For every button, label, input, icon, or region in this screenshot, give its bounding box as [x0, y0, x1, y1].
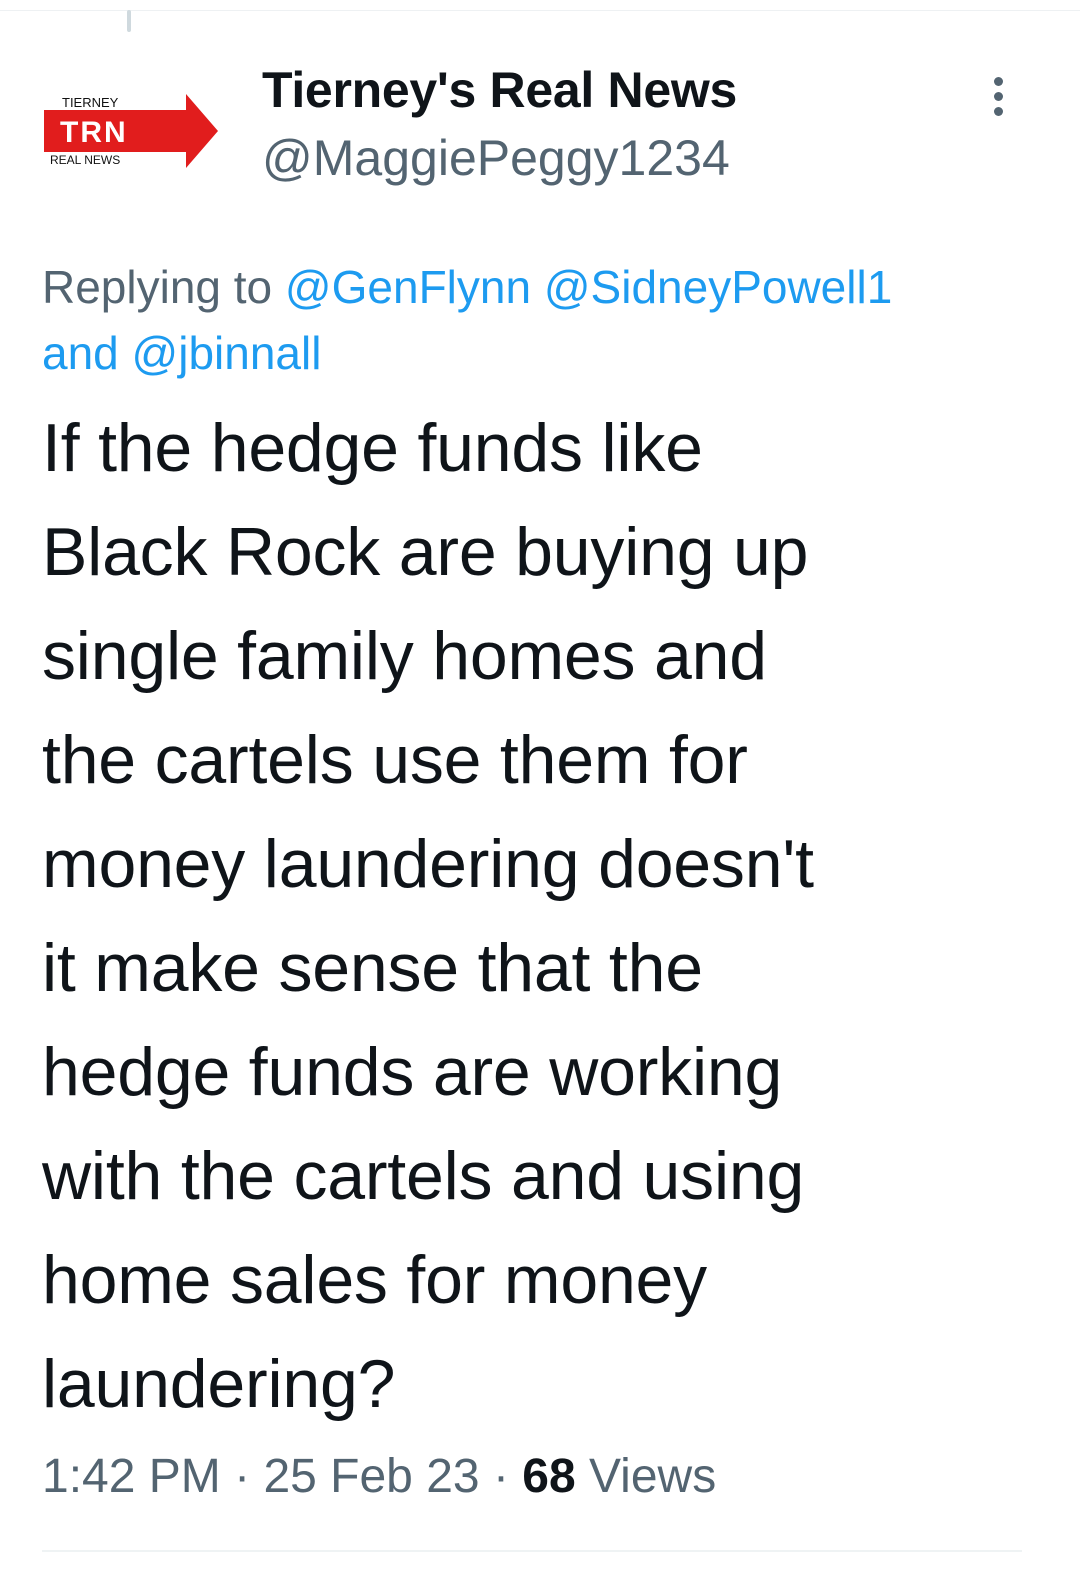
- mention-sidneypowell1[interactable]: @SidneyPowell1: [544, 261, 892, 313]
- meta-separator: ·: [234, 1450, 251, 1503]
- tweet-line: home sales for money: [42, 1242, 707, 1318]
- logo-top-text: TIERNEY: [62, 95, 119, 110]
- more-dot: [993, 91, 1003, 101]
- tweet-line: with the cartels and using: [42, 1138, 805, 1214]
- tweet-line: single family homes and: [42, 618, 767, 694]
- tweet-line: Black Rock are buying up: [42, 514, 809, 590]
- tweet-line: money laundering doesn't: [42, 826, 814, 902]
- tweet-line: laundering?: [42, 1346, 396, 1422]
- more-dot: [993, 76, 1003, 86]
- tweet-line: the cartels use them for: [42, 722, 748, 798]
- mention-genflynn[interactable]: @GenFlynn: [285, 261, 531, 313]
- more-dot: [993, 106, 1003, 116]
- tweet-date[interactable]: 25 Feb 23: [263, 1450, 479, 1503]
- reply-prefix: Replying to: [42, 261, 285, 313]
- reply-context: Replying to @GenFlynn @SidneyPowell1 and …: [42, 254, 1042, 386]
- tweet-body: If the hedge funds like Black Rock are b…: [42, 396, 1042, 1436]
- more-options-icon[interactable]: [978, 68, 1018, 124]
- tweet-header: Tierney's Real News @MaggiePeggy1234: [262, 58, 737, 190]
- avatar[interactable]: TIERNEY TRN REAL NEWS: [40, 92, 222, 170]
- logo-main-text: TRN: [60, 116, 128, 149]
- views-label[interactable]: Views: [589, 1450, 716, 1503]
- display-name[interactable]: Tierney's Real News: [262, 58, 737, 122]
- bottom-divider: [42, 1550, 1022, 1552]
- top-divider: [0, 10, 1080, 11]
- meta-separator: ·: [492, 1450, 509, 1503]
- logo-bottom-text: REAL NEWS: [50, 153, 120, 167]
- reply-conjunction: and: [42, 327, 132, 379]
- mention-jbinnall[interactable]: @jbinnall: [132, 327, 322, 379]
- tweet-line: hedge funds are working: [42, 1034, 783, 1110]
- views-count[interactable]: 68: [522, 1450, 575, 1503]
- thread-connector-line: [127, 10, 131, 32]
- tweet-time[interactable]: 1:42 PM: [42, 1450, 221, 1503]
- tweet-meta: 1:42 PM · 25 Feb 23 · 68 Views: [42, 1442, 716, 1512]
- user-handle[interactable]: @MaggiePeggy1234: [262, 126, 737, 190]
- tweet-line: If the hedge funds like: [42, 410, 703, 486]
- tweet-line: it make sense that the: [42, 930, 703, 1006]
